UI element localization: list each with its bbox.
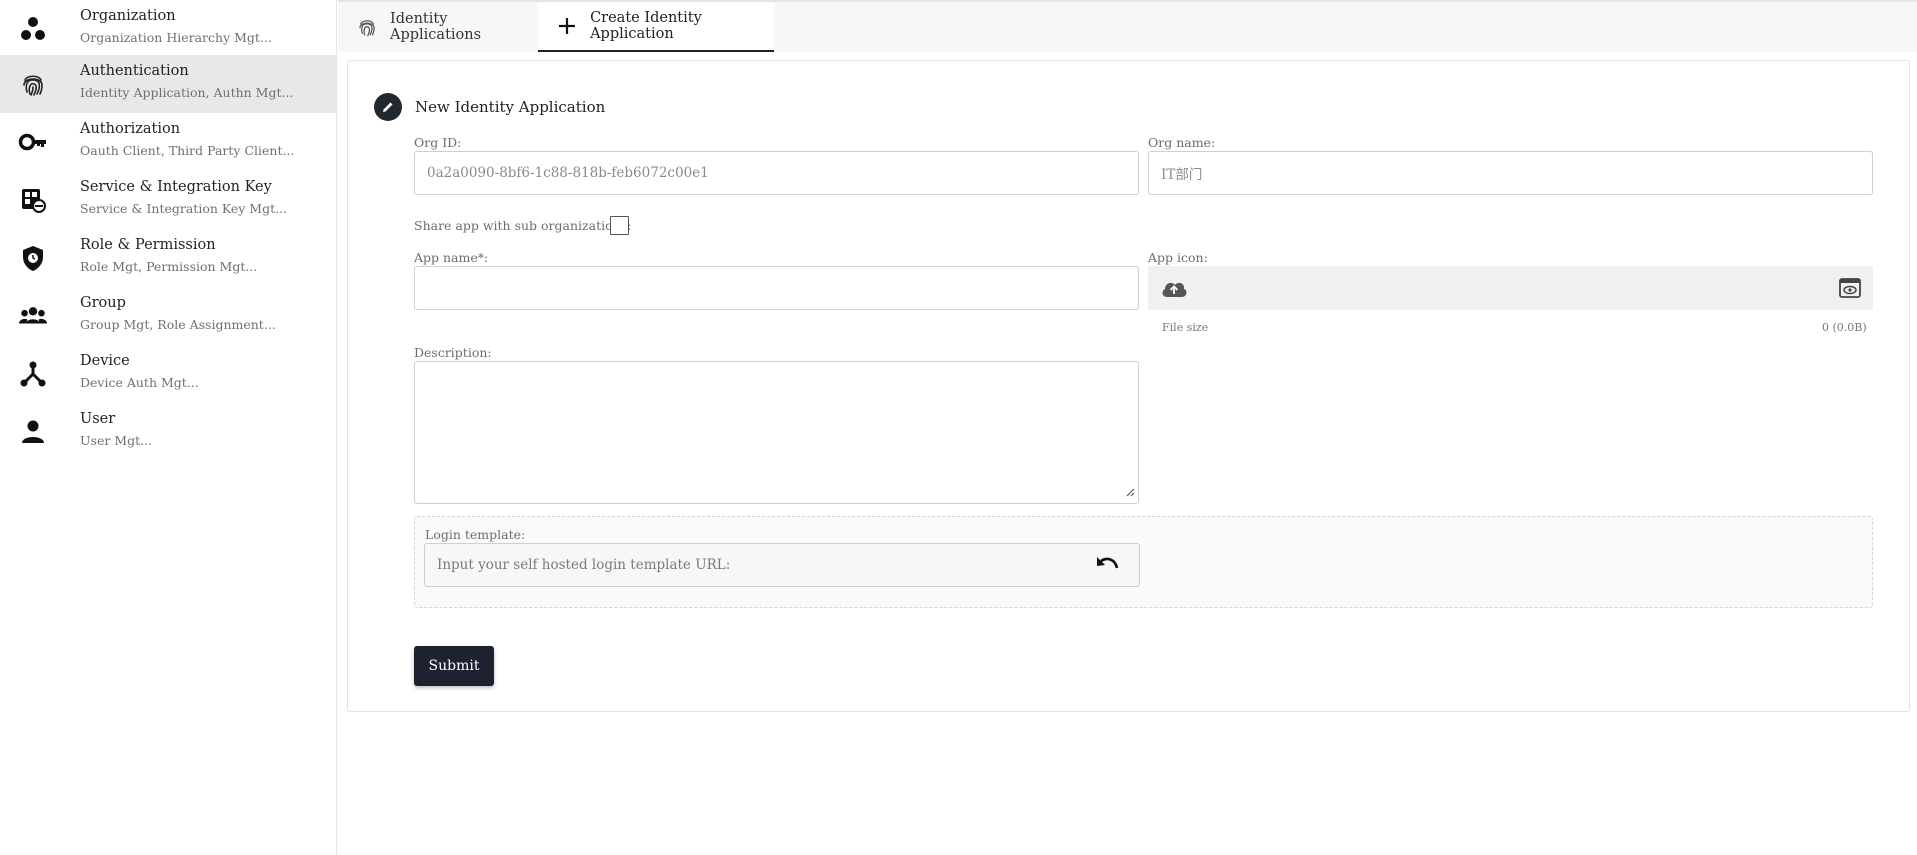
sidebar-item-subtitle: Device Auth Mgt... — [80, 375, 199, 390]
sidebar-item-service-integration-key[interactable]: Service & Integration Key Service & Inte… — [0, 171, 337, 229]
sidebar-item-subtitle: Group Mgt, Role Assignment... — [80, 317, 276, 332]
description-textarea[interactable] — [414, 361, 1139, 504]
service-key-icon — [18, 185, 48, 215]
app-icon-label: App icon: — [1148, 250, 1208, 265]
sidebar-item-subtitle: Organization Hierarchy Mgt... — [80, 30, 272, 45]
sidebar-item-title: Device — [80, 353, 130, 369]
login-template-label: Login template: — [425, 527, 526, 542]
login-template-section: Login template: Input your self hosted l… — [414, 516, 1873, 608]
share-app-label: Share app with sub organizations: — [414, 218, 632, 233]
sidebar-item-group[interactable]: Group Group Mgt, Role Assignment... — [0, 287, 337, 345]
tab-label: Identity Applications — [390, 11, 482, 43]
app-icon-uploader — [1148, 266, 1873, 310]
app-name-input[interactable] — [414, 266, 1139, 310]
device-icon — [18, 359, 48, 389]
sidebar-item-subtitle: Oauth Client, Third Party Client... — [80, 143, 295, 158]
organization-icon — [18, 14, 48, 44]
sidebar-item-title: Authentication — [80, 63, 189, 79]
file-size-value: 0 (0.0B) — [1822, 321, 1867, 334]
description-label: Description: — [414, 345, 492, 360]
resize-handle-icon[interactable] — [1125, 482, 1135, 501]
sidebar-item-authorization[interactable]: Authorization Oauth Client, Third Party … — [0, 113, 337, 171]
login-template-input[interactable]: Input your self hosted login template UR… — [424, 543, 1140, 587]
identity-application-form: New Identity Application Org ID: 0a2a009… — [347, 60, 1910, 712]
form-title-text: New Identity Application — [415, 98, 606, 116]
fingerprint-icon — [356, 15, 378, 39]
app-root: Organization Organization Hierarchy Mgt.… — [0, 0, 1917, 855]
pencil-icon — [374, 93, 402, 121]
sidebar: Organization Organization Hierarchy Mgt.… — [0, 0, 337, 855]
sidebar-item-title: Service & Integration Key — [80, 179, 272, 195]
undo-icon[interactable] — [1095, 555, 1119, 577]
sidebar-item-title: Authorization — [80, 121, 181, 137]
sidebar-item-role-permission[interactable]: Role & Permission Role Mgt, Permission M… — [0, 229, 337, 287]
user-icon — [18, 417, 48, 447]
shield-icon — [18, 243, 48, 273]
sidebar-item-subtitle: Role Mgt, Permission Mgt... — [80, 259, 258, 274]
sidebar-item-title: User — [80, 411, 116, 427]
submit-button[interactable]: Submit — [414, 646, 494, 686]
org-id-label: Org ID: — [414, 135, 462, 150]
sidebar-item-authentication[interactable]: Authentication Identity Application, Aut… — [0, 55, 337, 113]
sidebar-item-title: Group — [80, 295, 126, 311]
app-name-label: App name*: — [414, 250, 489, 265]
sidebar-item-user[interactable]: User User Mgt... — [0, 403, 337, 461]
sidebar-item-organization[interactable]: Organization Organization Hierarchy Mgt.… — [0, 0, 337, 58]
preview-eye-icon[interactable] — [1839, 278, 1861, 302]
tab-bar: Identity Applications Create Identity Ap… — [338, 0, 1917, 52]
form-title: New Identity Application — [374, 93, 605, 121]
plus-icon — [556, 14, 578, 38]
sidebar-item-subtitle: Service & Integration Key Mgt... — [80, 201, 288, 216]
tab-identity-applications[interactable]: Identity Applications — [356, 2, 516, 52]
sidebar-item-subtitle: Identity Application, Authn Mgt... — [80, 85, 294, 100]
tab-create-identity-application[interactable]: Create Identity Application — [538, 2, 774, 52]
org-name-field[interactable]: IT部门 — [1148, 151, 1873, 195]
key-icon — [18, 127, 48, 157]
org-name-label: Org name: — [1148, 135, 1216, 150]
file-size-label: File size — [1162, 321, 1209, 334]
sidebar-item-device[interactable]: Device Device Auth Mgt... — [0, 345, 337, 403]
sidebar-item-title: Role & Permission — [80, 237, 216, 253]
sidebar-item-title: Organization — [80, 8, 176, 24]
group-icon — [18, 301, 48, 331]
sidebar-item-subtitle: User Mgt... — [80, 433, 153, 448]
upload-cloud-icon[interactable] — [1160, 277, 1188, 303]
tab-label: Create Identity Application — [590, 10, 702, 42]
share-app-checkbox[interactable] — [610, 216, 629, 235]
fingerprint-icon — [18, 69, 48, 99]
org-id-field[interactable]: 0a2a0090-8bf6-1c88-818b-feb6072c00e1 — [414, 151, 1139, 195]
